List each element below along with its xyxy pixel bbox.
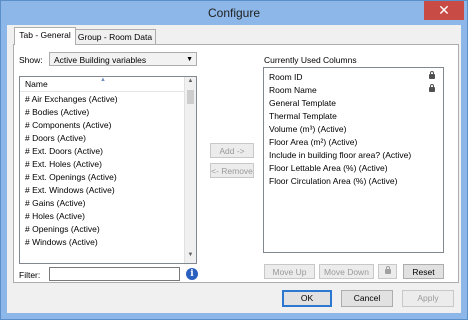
list-item[interactable]: Include in building floor area? (Active) [264,149,443,162]
list-item-label: Floor Lettable Area (%) (Active) [269,163,388,173]
move-down-button[interactable]: Move Down [319,264,374,279]
available-columns-list[interactable]: Name ▲ # Air Exchanges (Active) # Bodies… [19,76,197,264]
show-select-value: Active Building variables [54,55,147,65]
list-item[interactable]: Floor Area (m²) (Active) [264,136,443,149]
list-item[interactable]: Room ID [264,71,443,84]
scroll-thumb[interactable] [187,90,194,104]
close-icon: ✕ [438,2,450,18]
lock-icon [429,71,435,79]
list-item[interactable]: # Ext. Windows (Active) [20,184,184,197]
lock-button[interactable] [378,264,397,279]
show-select[interactable]: Active Building variables ▼ [49,52,197,66]
move-up-button[interactable]: Move Up [264,264,315,279]
list-item[interactable]: # Ext. Doors (Active) [20,145,184,158]
scroll-down-icon[interactable]: ▼ [185,252,196,262]
ok-button[interactable]: OK [282,290,332,307]
scroll-up-icon[interactable]: ▲ [185,78,196,88]
list-item[interactable]: Floor Circulation Area (%) (Active) [264,175,443,188]
list-item[interactable]: Room Name [264,84,443,97]
list-item-label: Room Name [269,85,317,95]
available-columns-items: # Air Exchanges (Active) # Bodies (Activ… [20,93,184,263]
list-item[interactable]: Floor Lettable Area (%) (Active) [264,162,443,175]
close-button[interactable]: ✕ [424,1,464,20]
list-item[interactable]: # Ext. Openings (Active) [20,171,184,184]
list-item[interactable]: # Doors (Active) [20,132,184,145]
configure-dialog: Configure ✕ Tab - General Group - Room D… [0,0,468,320]
apply-button[interactable]: Apply [402,290,454,307]
remove-column-button[interactable]: <- Remove [210,163,254,178]
list-item-label: Thermal Template [269,111,337,121]
list-item[interactable]: Thermal Template [264,110,443,123]
list-item-label: Floor Circulation Area (%) (Active) [269,176,398,186]
filter-label: Filter: [19,270,41,280]
window-title: Configure [207,6,261,20]
list-item[interactable]: # Holes (Active) [20,210,184,223]
tab-room-data-label: Group - Room Data [77,32,153,42]
tab-room-data[interactable]: Group - Room Data [74,29,156,45]
list-item[interactable]: # Air Exchanges (Active) [20,93,184,106]
tab-general-label: Tab - General [19,30,71,40]
currently-used-columns-title: Currently Used Columns [264,55,357,65]
list-item-label: Include in building floor area? (Active) [269,150,412,160]
list-header-name[interactable]: Name ▲ [20,77,184,92]
list-item[interactable]: # Components (Active) [20,119,184,132]
cancel-button[interactable]: Cancel [341,290,393,307]
sort-ascending-icon: ▲ [100,77,106,83]
reset-button[interactable]: Reset [403,264,444,279]
list-header-label: Name [25,79,48,89]
show-label: Show: [19,55,43,65]
list-scrollbar[interactable]: ▲ ▼ [184,77,196,263]
used-columns-items: Room ID Room Name General Template Therm… [264,71,443,188]
add-column-button[interactable]: Add -> [210,143,254,158]
filter-input[interactable] [49,267,180,281]
list-item[interactable]: Volume (m³) (Active) [264,123,443,136]
used-columns-list[interactable]: Room ID Room Name General Template Therm… [263,67,444,253]
list-item[interactable]: General Template [264,97,443,110]
lock-icon [385,266,391,274]
list-item-label: Floor Area (m²) (Active) [269,137,358,147]
list-item-label: Room ID [269,72,303,82]
tab-general[interactable]: Tab - General [14,27,76,45]
list-item-label: Volume (m³) (Active) [269,124,347,134]
list-item[interactable]: # Ext. Holes (Active) [20,158,184,171]
info-icon[interactable]: i [186,268,198,280]
tab-panel-general: Show: Active Building variables ▼ Name ▲… [13,44,459,283]
list-item-label: General Template [269,98,336,108]
list-item[interactable]: # Gains (Active) [20,197,184,210]
list-item[interactable]: # Bodies (Active) [20,106,184,119]
lock-icon [429,84,435,92]
chevron-down-icon: ▼ [186,56,193,63]
dialog-client-area: Tab - General Group - Room Data Show: Ac… [7,25,461,313]
list-item[interactable]: # Openings (Active) [20,223,184,236]
title-bar[interactable]: Configure ✕ [1,1,467,25]
list-item[interactable]: # Windows (Active) [20,236,184,249]
